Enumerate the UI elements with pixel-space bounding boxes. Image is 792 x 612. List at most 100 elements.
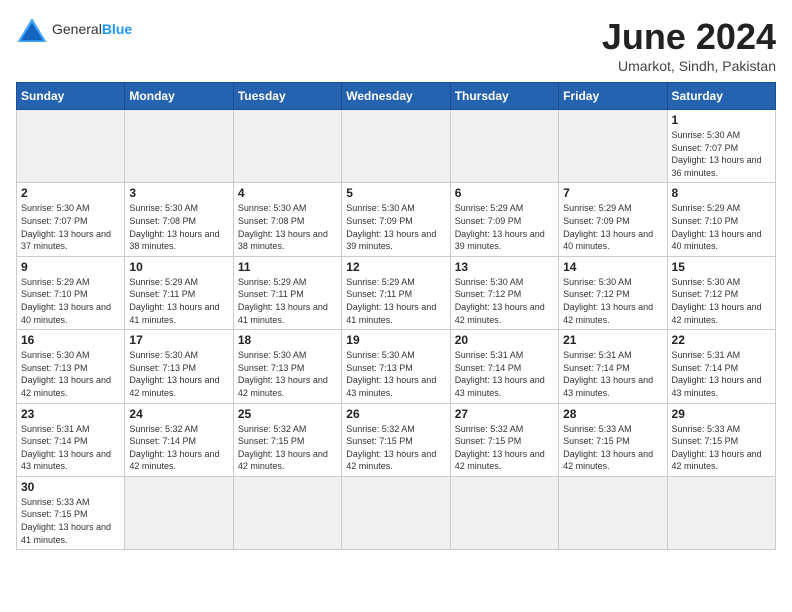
calendar-cell: [17, 110, 125, 183]
day-number: 5: [346, 186, 445, 200]
day-number: 29: [672, 407, 771, 421]
calendar-cell: 17Sunrise: 5:30 AM Sunset: 7:13 PM Dayli…: [125, 330, 233, 403]
calendar-week-5: 30 Sunrise: 5:33 AM Sunset: 7:15 PM Dayli…: [17, 476, 776, 549]
day-info: Sunrise: 5:33 AM Sunset: 7:15 PM Dayligh…: [563, 423, 662, 473]
calendar-week-0: 1 Sunrise: 5:30 AM Sunset: 7:07 PM Daylig…: [17, 110, 776, 183]
day-info: Sunrise: 5:29 AM Sunset: 7:11 PM Dayligh…: [129, 276, 228, 326]
calendar-cell: 2 Sunrise: 5:30 AM Sunset: 7:07 PM Daylig…: [17, 183, 125, 256]
calendar-header-tuesday: Tuesday: [233, 83, 341, 110]
day-info: Sunrise: 5:32 AM Sunset: 7:14 PM Dayligh…: [129, 423, 228, 473]
calendar-cell: [342, 110, 450, 183]
day-number: 25: [238, 407, 337, 421]
day-number: 12: [346, 260, 445, 274]
day-number: 15: [672, 260, 771, 274]
day-number: 9: [21, 260, 120, 274]
day-number: 11: [238, 260, 337, 274]
day-info: Sunrise: 5:29 AM Sunset: 7:11 PM Dayligh…: [346, 276, 445, 326]
day-info: Sunrise: 5:31 AM Sunset: 7:14 PM Dayligh…: [21, 423, 120, 473]
day-number: 26: [346, 407, 445, 421]
calendar-cell: 12 Sunrise: 5:29 AM Sunset: 7:11 PM Dayli…: [342, 256, 450, 329]
logo-text: GeneralBlue: [52, 22, 132, 37]
calendar-cell: 21Sunrise: 5:31 AM Sunset: 7:14 PM Dayli…: [559, 330, 667, 403]
calendar-cell: 3Sunrise: 5:30 AM Sunset: 7:08 PM Daylig…: [125, 183, 233, 256]
calendar-cell: 23 Sunrise: 5:31 AM Sunset: 7:14 PM Dayli…: [17, 403, 125, 476]
calendar-title: June 2024: [602, 16, 776, 58]
day-info: Sunrise: 5:31 AM Sunset: 7:14 PM Dayligh…: [455, 349, 554, 399]
calendar-cell: 15 Sunrise: 5:30 AM Sunset: 7:12 PM Dayli…: [667, 256, 775, 329]
calendar-cell: [233, 476, 341, 549]
day-info: Sunrise: 5:30 AM Sunset: 7:13 PM Dayligh…: [346, 349, 445, 399]
logo: GeneralBlue: [16, 16, 132, 44]
calendar-cell: 6Sunrise: 5:29 AM Sunset: 7:09 PM Daylig…: [450, 183, 558, 256]
day-info: Sunrise: 5:33 AM Sunset: 7:15 PM Dayligh…: [21, 496, 120, 546]
day-info: Sunrise: 5:29 AM Sunset: 7:09 PM Dayligh…: [563, 202, 662, 252]
calendar-cell: [342, 476, 450, 549]
day-number: 4: [238, 186, 337, 200]
day-number: 24: [129, 407, 228, 421]
calendar-cell: [667, 476, 775, 549]
calendar-cell: 27Sunrise: 5:32 AM Sunset: 7:15 PM Dayli…: [450, 403, 558, 476]
day-number: 6: [455, 186, 554, 200]
calendar-cell: 10 Sunrise: 5:29 AM Sunset: 7:11 PM Dayli…: [125, 256, 233, 329]
calendar-cell: 29 Sunrise: 5:33 AM Sunset: 7:15 PM Dayli…: [667, 403, 775, 476]
day-info: Sunrise: 5:31 AM Sunset: 7:14 PM Dayligh…: [672, 349, 771, 399]
day-info: Sunrise: 5:29 AM Sunset: 7:10 PM Dayligh…: [21, 276, 120, 326]
calendar-cell: 30 Sunrise: 5:33 AM Sunset: 7:15 PM Dayli…: [17, 476, 125, 549]
calendar-cell: 25 Sunrise: 5:32 AM Sunset: 7:15 PM Dayli…: [233, 403, 341, 476]
day-info: Sunrise: 5:32 AM Sunset: 7:15 PM Dayligh…: [346, 423, 445, 473]
day-info: Sunrise: 5:30 AM Sunset: 7:12 PM Dayligh…: [563, 276, 662, 326]
day-number: 1: [672, 113, 771, 127]
calendar-week-1: 2 Sunrise: 5:30 AM Sunset: 7:07 PM Daylig…: [17, 183, 776, 256]
calendar-cell: 11 Sunrise: 5:29 AM Sunset: 7:11 PM Dayli…: [233, 256, 341, 329]
day-info: Sunrise: 5:30 AM Sunset: 7:12 PM Dayligh…: [455, 276, 554, 326]
title-section: June 2024 Umarkot, Sindh, Pakistan: [602, 16, 776, 74]
calendar-cell: 26 Sunrise: 5:32 AM Sunset: 7:15 PM Dayli…: [342, 403, 450, 476]
day-number: 3: [129, 186, 228, 200]
day-info: Sunrise: 5:29 AM Sunset: 7:10 PM Dayligh…: [672, 202, 771, 252]
day-info: Sunrise: 5:31 AM Sunset: 7:14 PM Dayligh…: [563, 349, 662, 399]
calendar-week-3: 16 Sunrise: 5:30 AM Sunset: 7:13 PM Dayli…: [17, 330, 776, 403]
day-info: Sunrise: 5:29 AM Sunset: 7:11 PM Dayligh…: [238, 276, 337, 326]
calendar-header-monday: Monday: [125, 83, 233, 110]
day-number: 10: [129, 260, 228, 274]
day-number: 23: [21, 407, 120, 421]
day-number: 13: [455, 260, 554, 274]
day-info: Sunrise: 5:32 AM Sunset: 7:15 PM Dayligh…: [455, 423, 554, 473]
calendar-cell: [233, 110, 341, 183]
calendar-cell: [450, 110, 558, 183]
day-info: Sunrise: 5:30 AM Sunset: 7:09 PM Dayligh…: [346, 202, 445, 252]
calendar-cell: 18Sunrise: 5:30 AM Sunset: 7:13 PM Dayli…: [233, 330, 341, 403]
day-info: Sunrise: 5:32 AM Sunset: 7:15 PM Dayligh…: [238, 423, 337, 473]
calendar-week-4: 23 Sunrise: 5:31 AM Sunset: 7:14 PM Dayli…: [17, 403, 776, 476]
day-number: 30: [21, 480, 120, 494]
day-info: Sunrise: 5:33 AM Sunset: 7:15 PM Dayligh…: [672, 423, 771, 473]
calendar-cell: 13 Sunrise: 5:30 AM Sunset: 7:12 PM Dayli…: [450, 256, 558, 329]
calendar-cell: [125, 110, 233, 183]
calendar-table: SundayMondayTuesdayWednesdayThursdayFrid…: [16, 82, 776, 550]
calendar-cell: [125, 476, 233, 549]
day-number: 16: [21, 333, 120, 347]
calendar-header-row: SundayMondayTuesdayWednesdayThursdayFrid…: [17, 83, 776, 110]
calendar-cell: 16Sunrise: 5:30 AM Sunset: 7:13 PM Dayli…: [17, 330, 125, 403]
calendar-header-wednesday: Wednesday: [342, 83, 450, 110]
calendar-cell: 5 Sunrise: 5:30 AM Sunset: 7:09 PM Daylig…: [342, 183, 450, 256]
calendar-subtitle: Umarkot, Sindh, Pakistan: [602, 58, 776, 74]
day-info: Sunrise: 5:30 AM Sunset: 7:07 PM Dayligh…: [672, 129, 771, 179]
calendar-header-saturday: Saturday: [667, 83, 775, 110]
calendar-cell: 28Sunrise: 5:33 AM Sunset: 7:15 PM Dayli…: [559, 403, 667, 476]
calendar-cell: 4Sunrise: 5:30 AM Sunset: 7:08 PM Daylig…: [233, 183, 341, 256]
calendar-cell: [559, 476, 667, 549]
day-number: 20: [455, 333, 554, 347]
day-info: Sunrise: 5:30 AM Sunset: 7:12 PM Dayligh…: [672, 276, 771, 326]
day-number: 7: [563, 186, 662, 200]
calendar-header-thursday: Thursday: [450, 83, 558, 110]
calendar-cell: 20 Sunrise: 5:31 AM Sunset: 7:14 PM Dayli…: [450, 330, 558, 403]
day-number: 17: [129, 333, 228, 347]
calendar-cell: 22Sunrise: 5:31 AM Sunset: 7:14 PM Dayli…: [667, 330, 775, 403]
calendar-cell: 7 Sunrise: 5:29 AM Sunset: 7:09 PM Daylig…: [559, 183, 667, 256]
day-number: 2: [21, 186, 120, 200]
day-number: 14: [563, 260, 662, 274]
day-number: 18: [238, 333, 337, 347]
day-info: Sunrise: 5:30 AM Sunset: 7:07 PM Dayligh…: [21, 202, 120, 252]
calendar-header-friday: Friday: [559, 83, 667, 110]
